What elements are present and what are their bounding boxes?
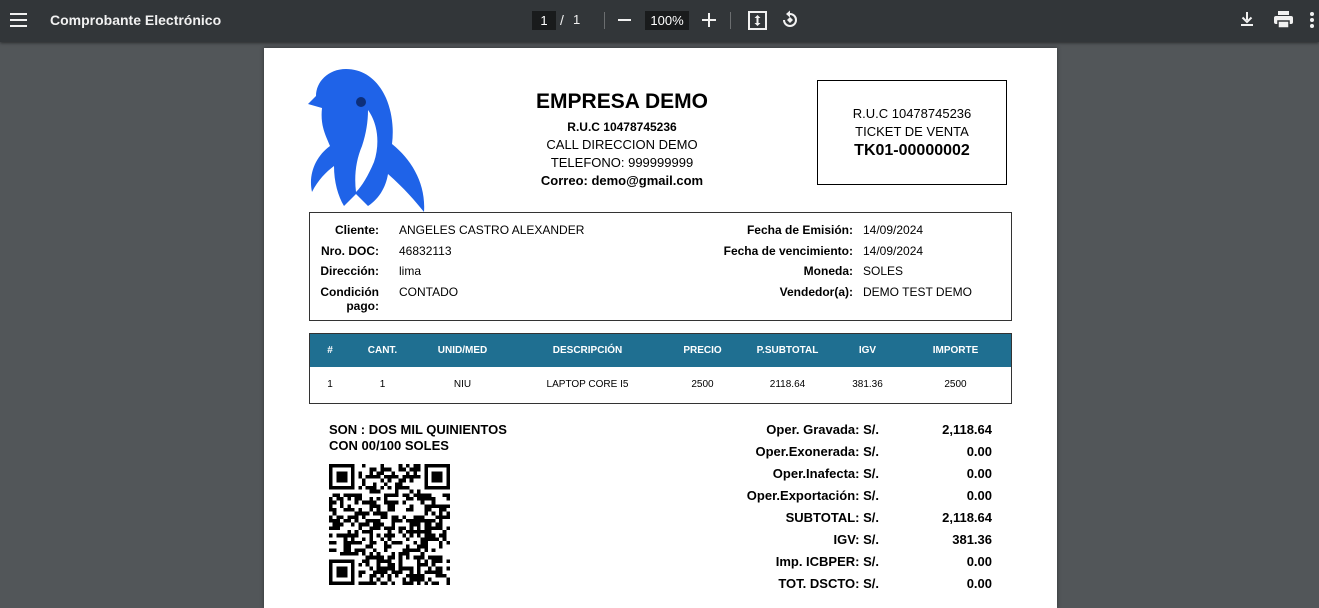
zoom-input[interactable]: 100% [645, 11, 689, 30]
col-header-cant: CANT. [367, 345, 398, 356]
qr-code [329, 464, 450, 590]
doc-value: 46832113 [399, 244, 452, 258]
ticket-info-box: R.U.C 10478745236 TICKET DE VENTA TK01-0… [817, 80, 1007, 185]
vendedor-label: Vendedor(a): [779, 285, 853, 299]
total-label: Imp. ICBPER: S/. [775, 554, 879, 569]
cell-number: 1 [327, 379, 333, 390]
col-header-igv: IGV [858, 345, 877, 356]
total-value: 0.00 [966, 466, 992, 481]
fit-page-icon[interactable] [748, 11, 767, 35]
total-row: Oper. Gravada: S/. 2,118.64 [684, 420, 1014, 442]
emision-label: Fecha de Emisión: [746, 223, 853, 237]
direccion-value: lima [399, 264, 422, 278]
total-row: IGV: S/. 381.36 [684, 530, 1014, 552]
total-row: SUBTOTAL: S/. 2,118.64 [684, 508, 1014, 530]
totals-section: Oper. Gravada: S/. 2,118.64 Oper.Exonerad… [684, 420, 1014, 596]
cliente-value: ANGELES CASTRO ALEXANDER [399, 223, 585, 237]
total-label: Oper.Exportación: S/. [746, 488, 879, 503]
col-header-unid: UNID/MED [437, 345, 488, 356]
vendedor-value: DEMO TEST DEMO [863, 285, 972, 299]
total-label: Oper.Exonerada: S/. [755, 444, 879, 459]
ticket-ruc: R.U.C 10478745236 [852, 106, 972, 121]
rotate-icon[interactable] [780, 10, 800, 35]
company-phone: TELEFONO: 999999999 [550, 155, 694, 170]
cell-unid: NIU [453, 379, 472, 390]
ticket-number: TK01-00000002 [854, 142, 970, 159]
emision-value: 14/09/2024 [863, 223, 924, 237]
client-info-box: Cliente: ANGELES CASTRO ALEXANDER Nro. D… [309, 212, 1012, 321]
ticket-type: TICKET DE VENTA [855, 124, 969, 139]
company-header: EMPRESA DEMO R.U.C 10478745236 CALL DIRE… [472, 90, 772, 188]
company-logo [308, 64, 428, 219]
doc-label: Nro. DOC: [321, 244, 379, 258]
table-row: 1 1 NIU LAPTOP CORE I5 2500 2118.64 381.… [310, 367, 1011, 403]
vencimiento-value: 14/09/2024 [863, 244, 924, 258]
total-value: 2,118.64 [942, 422, 992, 437]
items-table-header: # CANT. UNID/MED DESCRIPCIÓN PRECIO P.SU… [310, 334, 1011, 367]
total-label: Oper. Gravada: S/. [766, 422, 879, 437]
total-row: Oper.Exportación: S/. 0.00 [684, 486, 1014, 508]
print-icon[interactable] [1274, 11, 1293, 33]
vencimiento-label: Fecha de vencimiento: [723, 244, 853, 258]
col-header-descripcion: DESCRIPCIÓN [552, 345, 623, 356]
total-label: TOT. DSCTO: S/. [778, 576, 879, 591]
page-separator: / [560, 12, 564, 28]
col-header-precio: PRECIO [683, 345, 722, 356]
condicion-label-1: Condición [320, 285, 379, 299]
moneda-label: Moneda: [803, 264, 853, 278]
cell-psubtotal: 2118.64 [769, 379, 806, 390]
company-name: EMPRESA DEMO [536, 90, 708, 113]
col-header-psubtotal: P.SUBTOTAL [756, 345, 819, 356]
pdf-page: EMPRESA DEMO R.U.C 10478745236 CALL DIRE… [264, 48, 1057, 608]
total-value: 0.00 [966, 488, 992, 503]
amount-in-words-line2: CON 00/100 SOLES [329, 438, 449, 453]
total-row: Imp. ICBPER: S/. 0.00 [684, 552, 1014, 574]
document-title: Comprobante Electrónico [50, 12, 222, 28]
cell-descripcion: LAPTOP CORE I5 [546, 379, 629, 390]
company-email: Correo: demo@gmail.com [540, 173, 704, 188]
direccion-label: Dirección: [320, 264, 379, 278]
total-label: SUBTOTAL: S/. [785, 510, 879, 525]
page-total: 1 [573, 12, 581, 27]
page-number-input[interactable]: 1 [532, 11, 556, 30]
items-table: # CANT. UNID/MED DESCRIPCIÓN PRECIO P.SU… [309, 333, 1012, 404]
cell-importe: 2500 [944, 379, 967, 390]
company-address: CALL DIRECCION DEMO [546, 137, 698, 152]
total-row: Oper.Inafecta: S/. 0.00 [684, 464, 1014, 486]
total-row: Oper.Exonerada: S/. 0.00 [684, 442, 1014, 464]
total-value: 2,118.64 [942, 510, 992, 525]
total-value: 0.00 [966, 444, 992, 459]
col-header-number: # [327, 345, 333, 356]
condicion-label-2: pago: [346, 299, 379, 313]
toolbar-divider [604, 12, 605, 29]
amount-in-words: SON : DOS MIL QUINIENTOS CON 00/100 SOLE… [329, 422, 549, 454]
amount-in-words-line1: SON : DOS MIL QUINIENTOS [329, 422, 507, 437]
toolbar-divider [730, 12, 731, 29]
cell-cant: 1 [379, 379, 386, 390]
total-value: 0.00 [966, 576, 992, 591]
total-row: TOT. DSCTO: S/. 0.00 [684, 574, 1014, 596]
total-value: 381.36 [952, 532, 992, 547]
total-label: IGV: S/. [833, 532, 879, 547]
cliente-label: Cliente: [334, 223, 379, 237]
zoom-in-icon[interactable] [702, 13, 716, 27]
more-icon[interactable] [1310, 12, 1314, 30]
col-header-importe: IMPORTE [932, 345, 979, 356]
zoom-out-icon[interactable] [618, 19, 631, 21]
total-label: Oper.Inafecta: S/. [772, 466, 879, 481]
menu-icon[interactable] [10, 13, 27, 27]
total-value: 0.00 [966, 554, 992, 569]
condicion-value: CONTADO [399, 285, 459, 299]
company-ruc: R.U.C 10478745236 [567, 120, 677, 134]
cell-precio: 2500 [691, 379, 714, 390]
download-icon[interactable] [1239, 11, 1255, 32]
moneda-value: SOLES [863, 264, 904, 278]
cell-igv: 381.36 [852, 379, 883, 390]
pdf-viewer-toolbar: Comprobante Electrónico 1 / 1 100% [0, 0, 1319, 42]
